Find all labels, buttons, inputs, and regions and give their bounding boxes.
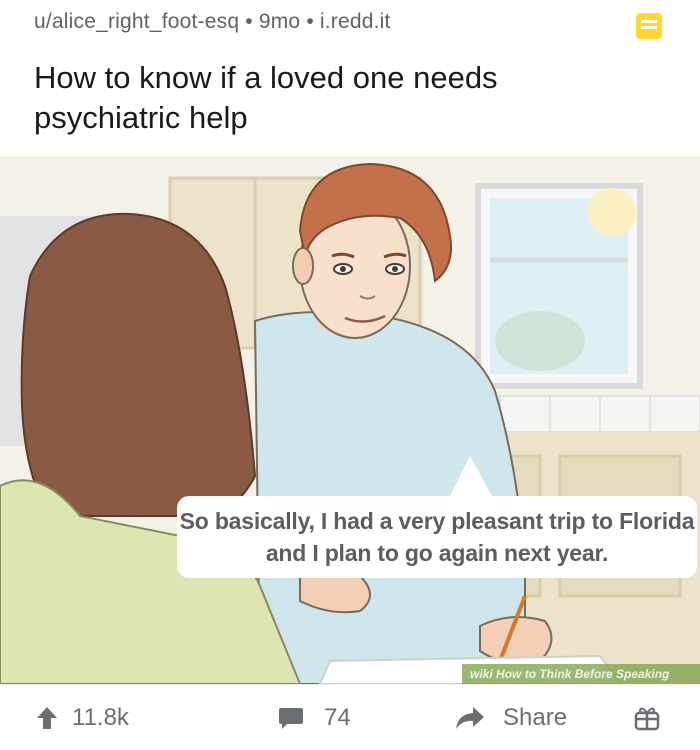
share-arrow-icon (456, 706, 484, 729)
gift-icon (634, 707, 660, 730)
upvote-count: 11.8k (72, 703, 129, 731)
post-age: 9mo (258, 10, 301, 33)
comments-button[interactable]: 74 (278, 685, 351, 750)
upvote-button[interactable]: 11.8k (36, 685, 129, 750)
watermark-logo: wiki (470, 667, 493, 681)
save-icon[interactable] (636, 13, 662, 39)
speech-bubble-text: So basically, I had a very pleasant trip… (179, 508, 695, 566)
speech-bubble: So basically, I had a very pleasant trip… (177, 496, 697, 578)
post-meta: u/alice_right_foot-esq • 9mo • i.redd.it (34, 10, 391, 34)
upvote-arrow-icon[interactable] (36, 706, 58, 730)
watermark: wiki How to Think Before Speaking (462, 664, 700, 684)
comment-icon (279, 707, 303, 729)
share-button[interactable]: Share (455, 685, 567, 750)
author-link[interactable]: u/alice_right_foot-esq (34, 10, 239, 33)
post-footer: 11.8k 74 Share (0, 684, 700, 750)
share-label: Share (503, 703, 568, 731)
comment-count: 74 (324, 703, 351, 731)
award-button[interactable] (634, 685, 660, 750)
watermark-text: How to Think Before Speaking (496, 667, 670, 681)
post-header: u/alice_right_foot-esq • 9mo • i.redd.it… (0, 0, 700, 156)
post-title[interactable]: How to know if a loved one needs psychia… (34, 58, 634, 138)
domain-link[interactable]: i.redd.it (320, 10, 391, 33)
meta-separator: • (239, 10, 259, 33)
illustration (0, 156, 700, 684)
meta-separator: • (300, 10, 320, 33)
post-image[interactable] (0, 156, 700, 684)
